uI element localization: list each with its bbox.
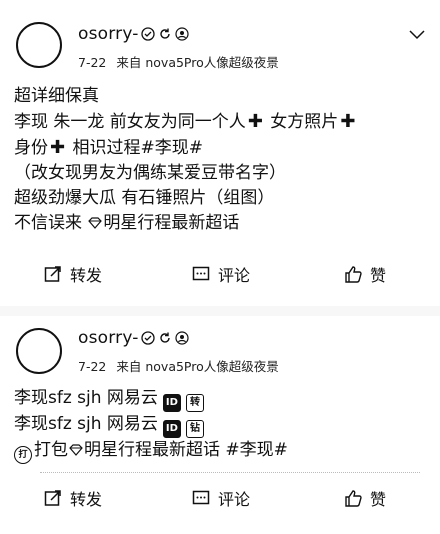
- id-icon: ID: [162, 420, 181, 438]
- chevron-down-icon[interactable]: [408, 28, 426, 40]
- app-icon: 转: [185, 394, 204, 412]
- member-badge-icon: [175, 331, 189, 345]
- diamond-icon: [69, 444, 83, 456]
- post-meta: 7-22 来自 nova5Pro人像超级夜景: [78, 52, 279, 71]
- content-line: 超详细保真: [14, 86, 99, 106]
- comment-icon: [192, 266, 210, 281]
- avatar[interactable]: [16, 328, 62, 374]
- supertopic-link[interactable]: 明星行程最新超话: [103, 213, 239, 233]
- repost-icon: [44, 490, 61, 506]
- avatar[interactable]: [16, 22, 62, 68]
- thumbs-up-icon: [345, 266, 362, 283]
- content-line: 李现 朱一龙 前女友为同一个人 ✚ 女方照片 ✚: [14, 111, 356, 132]
- content-line: （改女现男友为偶练某爱豆带名字）: [14, 163, 286, 183]
- weibo-post-2: osorry- 7-22 来自 nova5Pro人像超级夜景 李现sfz sjh …: [0, 322, 440, 534]
- comment-button[interactable]: 评论: [192, 486, 250, 510]
- diamond-icon: [88, 217, 103, 229]
- like-label: 赞: [370, 266, 387, 285]
- repost-icon: [44, 266, 61, 282]
- repost-button[interactable]: 转发: [44, 262, 102, 286]
- post-content: 超详细保真 李现 朱一龙 前女友为同一个人 ✚ 女方照片 ✚ 身份 ✚ 相识过程#李现…: [14, 84, 357, 236]
- action-bar: 转发 评论 赞: [0, 486, 440, 516]
- username[interactable]: osorry-: [78, 24, 139, 44]
- post-source: 来自 nova5Pro人像超级夜景: [116, 359, 279, 374]
- post-content: 李现sfz sjh 网易云 ID 转 李现sfz sjh 网易云 ID 钻 打打包 明星行…: [14, 386, 288, 464]
- thumbs-up-icon: [345, 490, 362, 507]
- content-line: 身份 ✚ 相识过程#李现#: [14, 137, 203, 158]
- comment-icon: [192, 490, 210, 505]
- comment-label: 评论: [218, 490, 251, 509]
- post-date: 7-22: [78, 359, 107, 374]
- repost-button[interactable]: 转发: [44, 486, 102, 510]
- content-line: 打打包 明星行程最新超话 #李现#: [14, 438, 288, 464]
- post-separator: [0, 306, 440, 316]
- member-badge-icon: [175, 27, 189, 41]
- like-label: 赞: [370, 490, 387, 509]
- supertopic-link[interactable]: 明星行程最新超话 #李现#: [84, 440, 288, 460]
- username[interactable]: osorry-: [78, 328, 139, 348]
- comment-button[interactable]: 评论: [192, 262, 250, 286]
- comment-label: 评论: [218, 266, 251, 285]
- plus-icon: ✚: [247, 111, 263, 132]
- post-source: 来自 nova5Pro人像超级夜景: [116, 55, 279, 70]
- refresh-badge-icon: [160, 332, 170, 343]
- like-button[interactable]: 赞: [344, 262, 386, 286]
- plus-icon: ✚: [50, 137, 66, 158]
- verified-badge-icon: [141, 331, 155, 345]
- post-date: 7-22: [78, 55, 107, 70]
- weibo-post-1: osorry- 7-22 来自 nova5Pro人像超级夜景 超详细保真 李现 朱…: [0, 0, 440, 322]
- post-meta: 7-22 来自 nova5Pro人像超级夜景: [78, 356, 279, 375]
- content-line: 超级劲爆大瓜 有石锤照片（组图）: [14, 188, 275, 208]
- user-badges: [141, 331, 189, 345]
- like-button[interactable]: 赞: [344, 486, 386, 510]
- app-icon: 钻: [185, 420, 204, 438]
- plus-icon: ✚: [340, 111, 356, 132]
- action-bar: 转发 评论 赞: [0, 262, 440, 292]
- pack-icon: 打: [14, 446, 32, 464]
- user-badges: [141, 27, 189, 41]
- repost-label: 转发: [70, 266, 103, 285]
- content-line: 李现sfz sjh 网易云 ID 转: [14, 386, 288, 412]
- verified-badge-icon: [141, 27, 155, 41]
- content-line: 不信误来 明星行程最新超话: [14, 213, 240, 233]
- content-line: 李现sfz sjh 网易云 ID 钻: [14, 412, 288, 438]
- divider: [40, 472, 420, 473]
- repost-label: 转发: [70, 490, 103, 509]
- id-icon: ID: [162, 394, 181, 412]
- hashtag[interactable]: 相识过程#李现#: [67, 138, 203, 158]
- refresh-badge-icon: [160, 28, 170, 39]
